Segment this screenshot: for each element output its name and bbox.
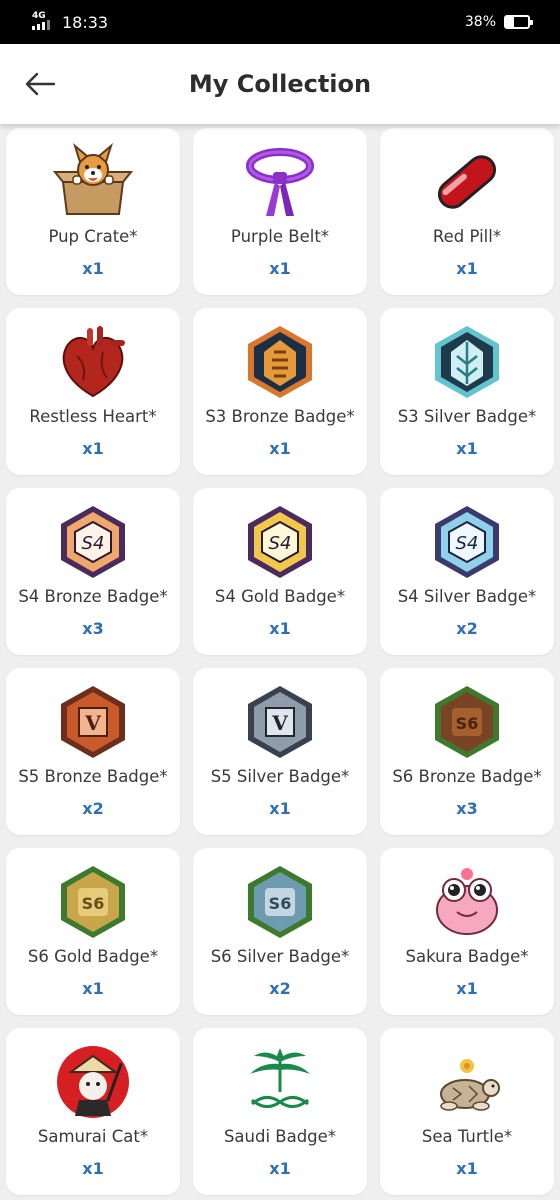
s5-silver-badge-icon: V [240,682,320,762]
collection-card[interactable]: V S5 Silver Badge* x1 [193,668,367,835]
collection-card[interactable]: S3 Silver Badge* x1 [380,308,554,475]
item-name: S3 Silver Badge* [397,407,537,426]
svg-text:V: V [271,711,288,735]
item-quantity: x2 [82,799,104,818]
collection-card[interactable]: V S5 Bronze Badge* x2 [6,668,180,835]
item-quantity: x1 [269,259,291,278]
item-name: S4 Bronze Badge* [18,587,168,606]
restless-heart-icon [53,322,133,402]
collection-card[interactable]: S4 S4 Gold Badge* x1 [193,488,367,655]
battery-fill [506,17,515,27]
collection-card[interactable]: S6 S6 Gold Badge* x1 [6,848,180,1015]
s3-silver-badge-icon [427,322,507,402]
collection-card[interactable]: Red Pill* x1 [380,128,554,295]
collection-card[interactable]: Samurai Cat* x1 [6,1028,180,1195]
item-quantity: x1 [269,799,291,818]
battery-percent: 38% [464,14,496,30]
s6-gold-badge-icon: S6 [53,862,133,942]
svg-text:S6: S6 [269,894,292,913]
svg-text:S4: S4 [269,533,292,554]
status-time: 18:33 [62,12,109,32]
svg-text:S6: S6 [456,714,479,733]
battery-icon [504,15,533,29]
item-name: Samurai Cat* [37,1127,149,1146]
item-quantity: x1 [269,439,291,458]
collection-card[interactable]: Saudi Badge* x1 [193,1028,367,1195]
item-name: Sea Turtle* [421,1127,513,1146]
s4-bronze-badge-icon: S4 [53,502,133,582]
item-name: Pup Crate* [48,227,138,246]
s3-bronze-badge-icon [240,322,320,402]
item-quantity: x3 [82,619,104,638]
item-quantity: x1 [456,259,478,278]
item-name: S6 Silver Badge* [210,947,350,966]
collection-grid: Pup Crate* x1 Purple Belt* x1 Red Pill* x1 … [6,128,556,1195]
collection-card[interactable]: S6 S6 Bronze Badge* x3 [380,668,554,835]
item-quantity: x3 [456,799,478,818]
status-bar: 4G 18:33 38% [0,0,560,44]
collection-card[interactable]: Pup Crate* x1 [6,128,180,295]
s4-silver-badge-icon: S4 [427,502,507,582]
status-left: 4G 18:33 [32,11,109,32]
saudi-badge-icon [240,1042,320,1122]
signal-icon: 4G [32,11,54,31]
item-name: Restless Heart* [29,407,157,426]
svg-text:S6: S6 [82,894,105,913]
item-name: Sakura Badge* [405,947,529,966]
pup-crate-icon [53,142,133,222]
collection-card[interactable]: Sakura Badge* x1 [380,848,554,1015]
item-quantity: x1 [456,1159,478,1178]
collection-card[interactable]: S3 Bronze Badge* x1 [193,308,367,475]
item-quantity: x1 [82,439,104,458]
item-name: S5 Silver Badge* [210,767,350,786]
item-quantity: x2 [269,979,291,998]
item-quantity: x1 [456,979,478,998]
item-quantity: x1 [82,1159,104,1178]
s4-gold-badge-icon: S4 [240,502,320,582]
s6-silver-badge-icon: S6 [240,862,320,942]
item-name: S5 Bronze Badge* [18,767,168,786]
item-name: S4 Gold Badge* [214,587,346,606]
svg-text:S4: S4 [82,533,105,554]
status-right: 38% [464,14,533,30]
svg-text:S4: S4 [456,533,479,554]
collection-card[interactable]: Purple Belt* x1 [193,128,367,295]
collection-card[interactable]: S4 S4 Bronze Badge* x3 [6,488,180,655]
collection-card[interactable]: Restless Heart* x1 [6,308,180,475]
samurai-cat-icon [53,1042,133,1122]
item-quantity: x1 [456,439,478,458]
purple-belt-icon [240,142,320,222]
collection-card[interactable]: S4 S4 Silver Badge* x2 [380,488,554,655]
red-pill-icon [427,142,507,222]
item-name: S4 Silver Badge* [397,587,537,606]
item-name: S6 Bronze Badge* [392,767,542,786]
item-name: Purple Belt* [230,227,330,246]
item-quantity: x1 [269,1159,291,1178]
s5-bronze-badge-icon: V [53,682,133,762]
s6-bronze-badge-icon: S6 [427,682,507,762]
item-name: S3 Bronze Badge* [205,407,355,426]
item-quantity: x2 [456,619,478,638]
item-quantity: x1 [82,979,104,998]
collection-card[interactable]: Sea Turtle* x1 [380,1028,554,1195]
item-name: S6 Gold Badge* [27,947,159,966]
page-title: My Collection [188,70,372,98]
item-quantity: x1 [269,619,291,638]
item-name: Saudi Badge* [223,1127,337,1146]
sea-turtle-icon [427,1042,507,1122]
sakura-badge-icon [427,862,507,942]
app-bar: My Collection [0,44,560,124]
item-name: Red Pill* [432,227,502,246]
svg-text:V: V [84,711,101,735]
collection-card[interactable]: S6 S6 Silver Badge* x2 [193,848,367,1015]
item-quantity: x1 [82,259,104,278]
